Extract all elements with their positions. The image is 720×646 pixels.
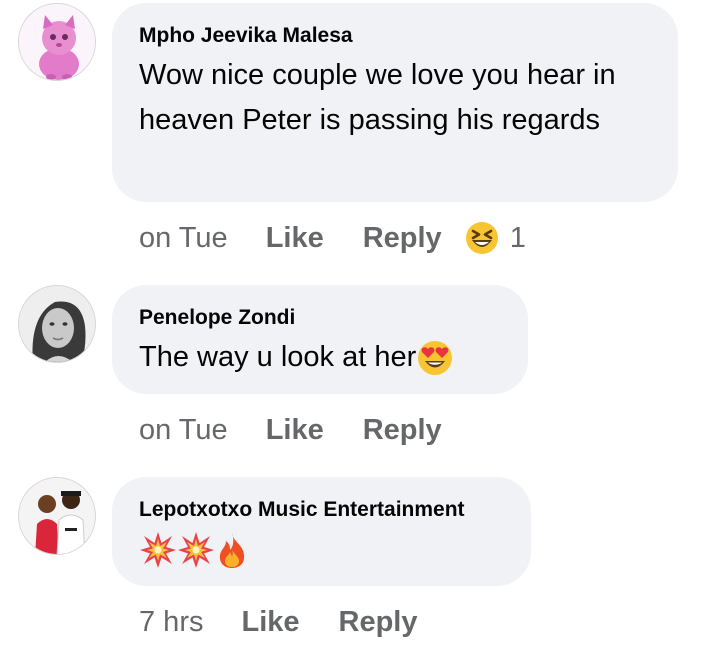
reply-button[interactable]: Reply [363,220,442,256]
comment-actions: 7 hrs Like Reply [139,604,418,640]
reply-button[interactable]: Reply [339,604,418,640]
comment-timestamp[interactable]: on Tue [139,412,228,448]
comment-bubble: Lepotxotxo Music Entertainment [112,477,531,586]
avatar[interactable] [18,3,96,81]
comment-text-content: The way u look at her [139,341,417,373]
comment-bubble: Penelope Zondi The way u look at her [112,285,528,394]
reply-button[interactable]: Reply [363,412,442,448]
fire-emoji-icon [215,531,249,569]
cat-avatar-image [19,4,95,80]
comment-item: Lepotxotxo Music Entertainment 7 hrs Lik… [0,472,720,646]
like-button[interactable]: Like [266,412,324,448]
comment-actions: on Tue Like Reply [139,412,442,448]
comment-text: The way u look at her [139,335,500,380]
avatar[interactable] [18,285,96,363]
couple-portrait-image [19,478,95,554]
comment-actions: on Tue Like Reply 1 [139,220,526,256]
like-button[interactable]: Like [266,220,324,256]
reaction-count: 1 [509,222,526,254]
reaction-summary[interactable]: 1 [464,220,526,256]
like-button[interactable]: Like [241,604,299,640]
heart-eyes-emoji-icon [416,339,454,377]
comment-author[interactable]: Penelope Zondi [139,305,500,331]
comment-timestamp[interactable]: 7 hrs [139,604,203,640]
comment-bubble: Mpho Jeevika Malesa Wow nice couple we l… [112,3,678,202]
comment-text: Wow nice couple we love you hear in heav… [139,59,616,136]
avatar[interactable] [18,477,96,555]
comment-author[interactable]: Mpho Jeevika Malesa [139,23,650,49]
collision-emoji-icon [139,531,177,569]
laughing-squint-emoji-icon [465,222,498,254]
comment-timestamp[interactable]: on Tue [139,220,228,256]
comment-text [139,527,503,572]
comment-item: Mpho Jeevika Malesa Wow nice couple we l… [0,0,720,270]
woman-portrait-image [19,286,95,362]
comment-item: Penelope Zondi The way u look at her on … [0,280,720,460]
collision-emoji-icon [177,531,215,569]
comment-author[interactable]: Lepotxotxo Music Entertainment [139,497,503,523]
